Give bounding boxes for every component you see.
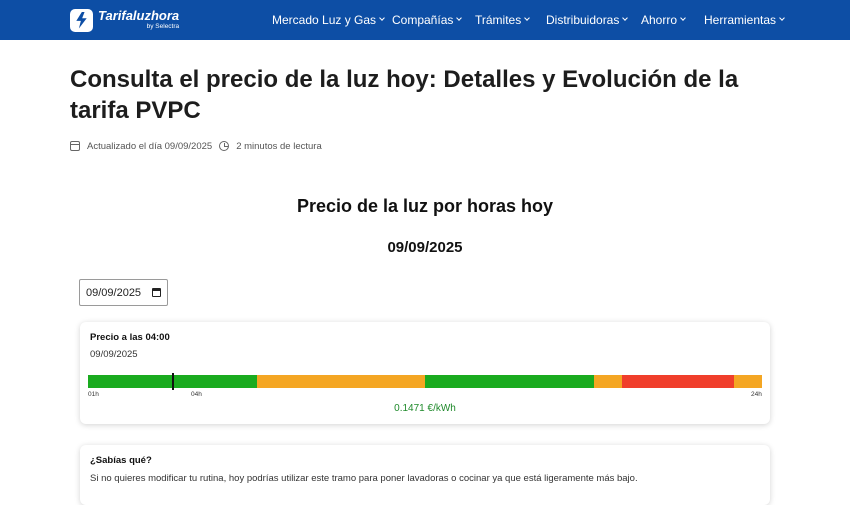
tip-card: ¿Sabías qué? Si no quieres modificar tu … (80, 445, 770, 505)
date-picker-input[interactable]: 09/09/2025 (79, 279, 168, 306)
chevron-down-icon (779, 15, 785, 21)
hourly-price-bar[interactable] (88, 373, 762, 390)
chevron-down-icon (622, 15, 629, 21)
nav-item-herramientas[interactable]: Herramientas (704, 0, 785, 40)
price-segment-low[interactable] (425, 375, 594, 388)
current-price: 0.1471 €/kWh (394, 403, 456, 414)
price-segment-high[interactable] (621, 375, 734, 388)
nav-label: Trámites (475, 13, 522, 27)
nav-label: Herramientas (704, 13, 777, 27)
price-card: Precio a las 04:00 09/09/2025 01h 04h 24… (80, 322, 770, 424)
nav-label: Ahorro (641, 13, 678, 27)
chevron-down-icon (524, 15, 531, 21)
site-logo[interactable]: Tarifaluzhora by Selectra (70, 8, 179, 32)
nav-item-mercado[interactable]: Mercado Luz y Gas (272, 0, 385, 40)
nav-item-ahorro[interactable]: Ahorro (641, 0, 686, 40)
updated-date: Actualizado el día 09/09/2025 (87, 140, 213, 152)
article-meta: Actualizado el día 09/09/2025 2 minutos … (70, 139, 322, 153)
nav-item-distribuidoras[interactable]: Distribuidoras (546, 0, 629, 40)
calendar-icon (70, 141, 80, 151)
read-time: 2 minutos de lectura (236, 140, 322, 152)
price-segment-medium[interactable] (593, 375, 622, 388)
tip-card-title: ¿Sabías qué? (90, 455, 152, 466)
chevron-down-icon (379, 15, 385, 21)
nav-item-tramites[interactable]: Trámites (475, 0, 531, 40)
price-card-date: 09/09/2025 (90, 349, 138, 360)
clock-icon (219, 141, 230, 151)
prices-heading: Precio de la luz por horas hoy (296, 196, 554, 216)
calendar-icon[interactable] (152, 288, 161, 297)
price-segment-medium[interactable] (733, 375, 762, 388)
logo-name: Tarifaluzhora (98, 8, 180, 24)
chevron-down-icon (456, 15, 463, 21)
hour-tick-label: 04h (191, 391, 202, 398)
logo-subtitle: by Selectra (146, 23, 180, 31)
tip-card-text: Si no quieres modificar tu rutina, hoy p… (90, 473, 638, 484)
nav-label: Compañías (392, 13, 454, 27)
price-card-title: Precio a las 04:00 (90, 332, 170, 343)
top-navigation-bar: Tarifaluzhora by Selectra Mercado Luz y … (0, 0, 850, 40)
prices-date-heading: 09/09/2025 (387, 239, 463, 256)
hour-tick-label: 24h (751, 391, 762, 398)
chevron-down-icon (680, 15, 686, 21)
page-title: Consulta el precio de la luz hoy: Detall… (70, 66, 739, 124)
hour-tick-label: 01h (88, 391, 99, 398)
nav-label: Mercado Luz y Gas (272, 13, 377, 27)
price-segment-medium[interactable] (256, 375, 425, 388)
lightning-bolt-icon (70, 8, 93, 32)
nav-label: Distribuidoras (546, 13, 620, 27)
date-input-value: 09/09/2025 (86, 286, 142, 299)
current-hour-marker (172, 373, 174, 390)
nav-item-companias[interactable]: Compañías (392, 0, 463, 40)
